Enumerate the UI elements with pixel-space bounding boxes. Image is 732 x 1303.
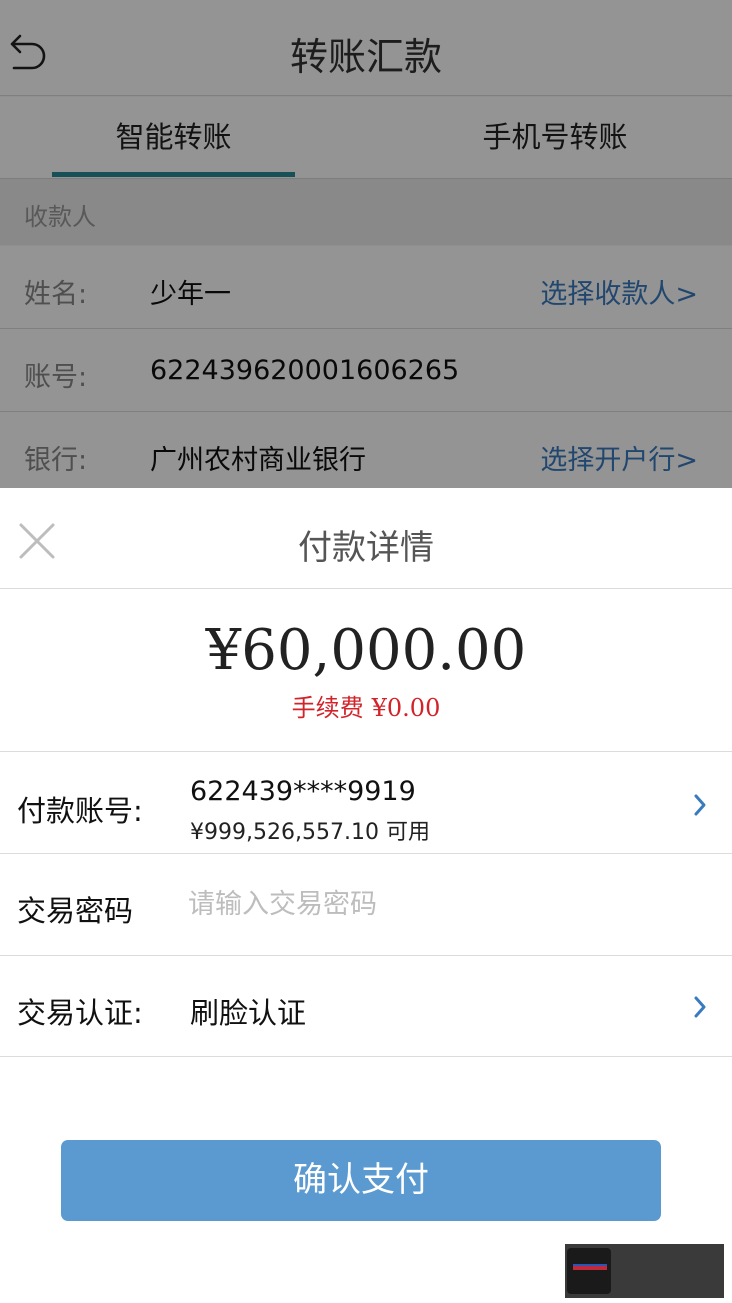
fee-value: ¥0.00 (371, 694, 441, 722)
trade-auth-value: 刷脸认证 (190, 996, 307, 1030)
trade-auth-row[interactable]: 交易认证: 刷脸认证 (0, 955, 732, 1057)
fee-line: 手续费 ¥0.00 (0, 688, 732, 723)
sheet-header: 付款详情 (0, 488, 732, 589)
chevron-right-icon[interactable] (692, 792, 708, 818)
pay-account-number: 622439****9919 (190, 776, 416, 807)
confirm-payment-button[interactable]: 确认支付 (61, 1140, 661, 1221)
fee-label: 手续费 (291, 694, 364, 722)
floating-video-thumbnail[interactable] (565, 1244, 724, 1298)
trade-password-row: 交易密码 (0, 853, 732, 955)
pay-account-label: 付款账号: (17, 794, 143, 828)
pay-account-row[interactable]: 付款账号: 622439****9919 ¥999,526,557.10 可用 (0, 751, 732, 853)
modal-backdrop[interactable] (0, 0, 732, 490)
payment-details-sheet: 付款详情 ¥60,000.00 手续费 ¥0.00 付款账号: 622439***… (0, 488, 732, 1303)
trade-auth-label: 交易认证: (17, 996, 143, 1030)
pay-account-balance: ¥999,526,557.10 可用 (190, 820, 430, 845)
trade-password-label: 交易密码 (17, 894, 134, 928)
chevron-right-icon[interactable] (692, 994, 708, 1020)
payment-amount: ¥60,000.00 (205, 618, 527, 683)
thumbnail-band (573, 1264, 607, 1270)
sheet-title: 付款详情 (298, 528, 434, 568)
trade-password-input[interactable] (188, 884, 688, 924)
thumbnail-image (567, 1248, 611, 1294)
